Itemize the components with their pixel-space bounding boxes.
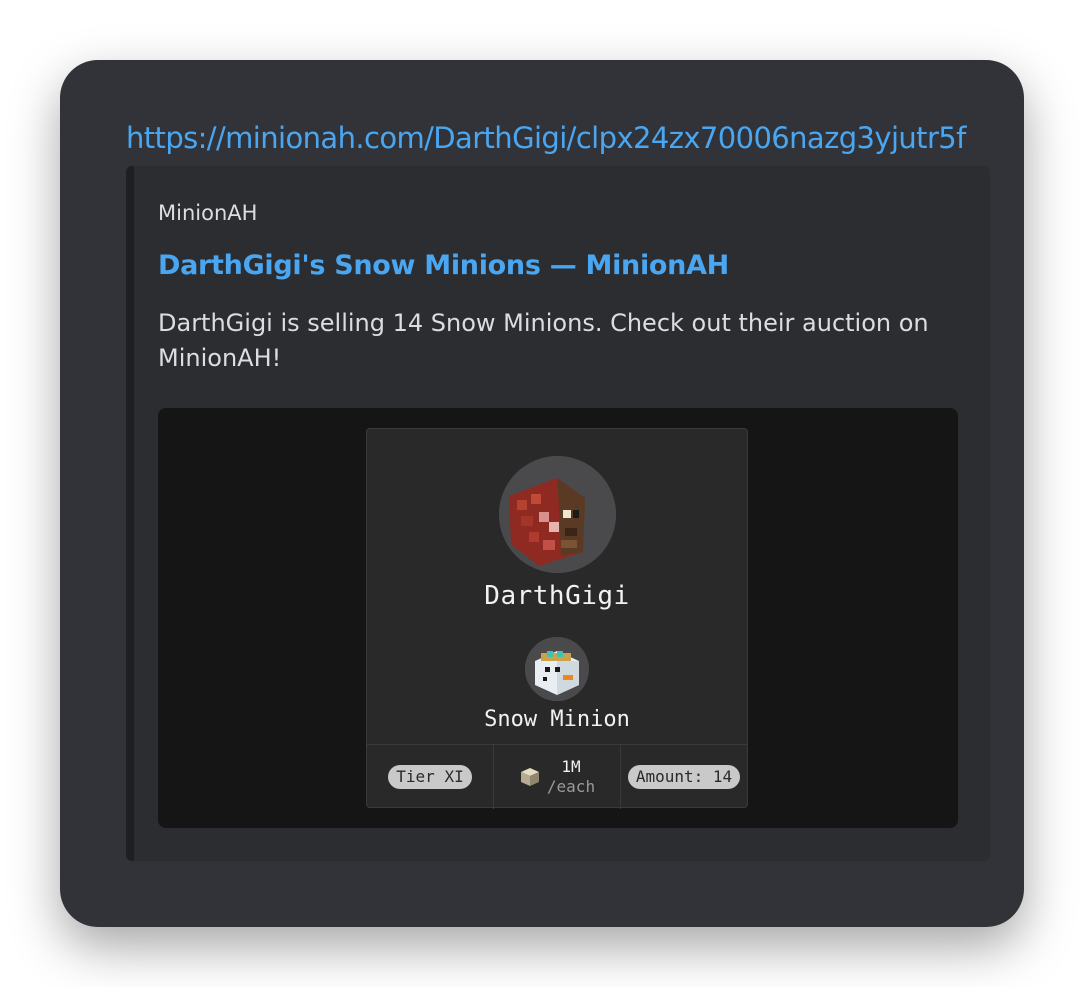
amount-badge: Amount: 14 bbox=[627, 765, 741, 789]
embed-title-link[interactable]: DarthGigi's Snow Minions — MinionAH bbox=[158, 246, 729, 286]
embed-description: DarthGigi is selling 14 Snow Minions. Ch… bbox=[158, 309, 929, 372]
snow-minion-icon bbox=[525, 637, 589, 701]
seller-username: DarthGigi bbox=[484, 581, 630, 611]
auction-card: DarthGigi Snow Minion Tier XI 1M /each A… bbox=[366, 428, 748, 809]
embed-provider: MinionAH bbox=[158, 201, 258, 225]
minion-name: Snow Minion bbox=[484, 707, 630, 732]
seller-avatar-icon bbox=[499, 456, 616, 573]
tier-badge: Tier XI bbox=[388, 765, 472, 789]
price-cell: 1M /each bbox=[494, 745, 621, 809]
message-link[interactable]: https://minionah.com/DarthGigi/clpx24zx7… bbox=[126, 118, 966, 158]
amount-cell: Amount: 14 bbox=[621, 745, 747, 809]
tier-cell: Tier XI bbox=[367, 745, 494, 809]
link-embed: MinionAH DarthGigi's Snow Minions — Mini… bbox=[126, 166, 990, 861]
price-unit: /each bbox=[546, 777, 596, 796]
message-container: https://minionah.com/DarthGigi/clpx24zx7… bbox=[60, 60, 1024, 927]
auction-stats: Tier XI 1M /each Amount: 14 bbox=[367, 744, 747, 809]
embed-image[interactable]: DarthGigi Snow Minion Tier XI 1M /each A… bbox=[158, 408, 958, 828]
coin-cube-icon bbox=[520, 768, 539, 786]
price-value: 1M bbox=[561, 757, 581, 776]
